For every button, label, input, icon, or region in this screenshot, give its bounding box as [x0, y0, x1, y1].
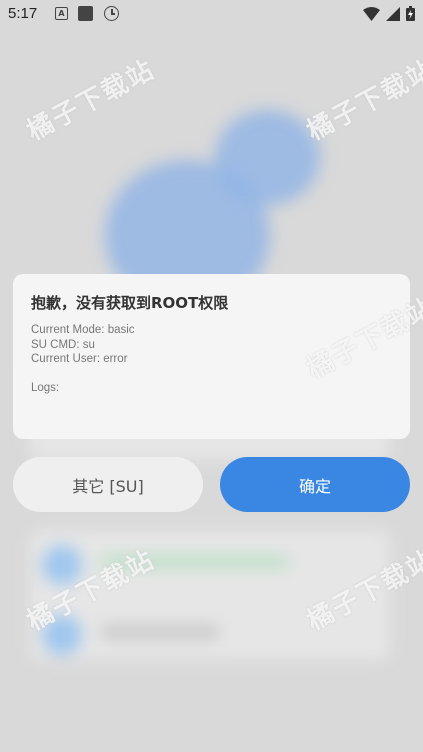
- other-su-button[interactable]: 其它 [SU]: [13, 457, 203, 512]
- clock-icon: [104, 6, 119, 21]
- battery-charging-icon: [406, 6, 415, 21]
- dialog-line-mode: Current Mode: basic: [31, 324, 135, 336]
- signal-icon: [386, 6, 400, 21]
- dialog-body: Current Mode: basic SU CMD: su Current U…: [31, 323, 135, 396]
- keyboard-a-icon: A: [55, 7, 68, 20]
- dialog-title: 抱歉，没有获取到ROOT权限: [31, 294, 229, 312]
- confirm-button[interactable]: 确定: [220, 457, 410, 512]
- wifi-icon: [363, 6, 380, 21]
- notification-square-icon: [78, 6, 93, 21]
- status-bar: 5:17 A: [0, 0, 423, 28]
- status-time: 5:17: [8, 5, 38, 22]
- dialog-line-su-cmd: SU CMD: su: [31, 338, 95, 351]
- dialog-line-user: Current User: error: [31, 353, 128, 365]
- dialog-logs-label: Logs:: [31, 382, 60, 394]
